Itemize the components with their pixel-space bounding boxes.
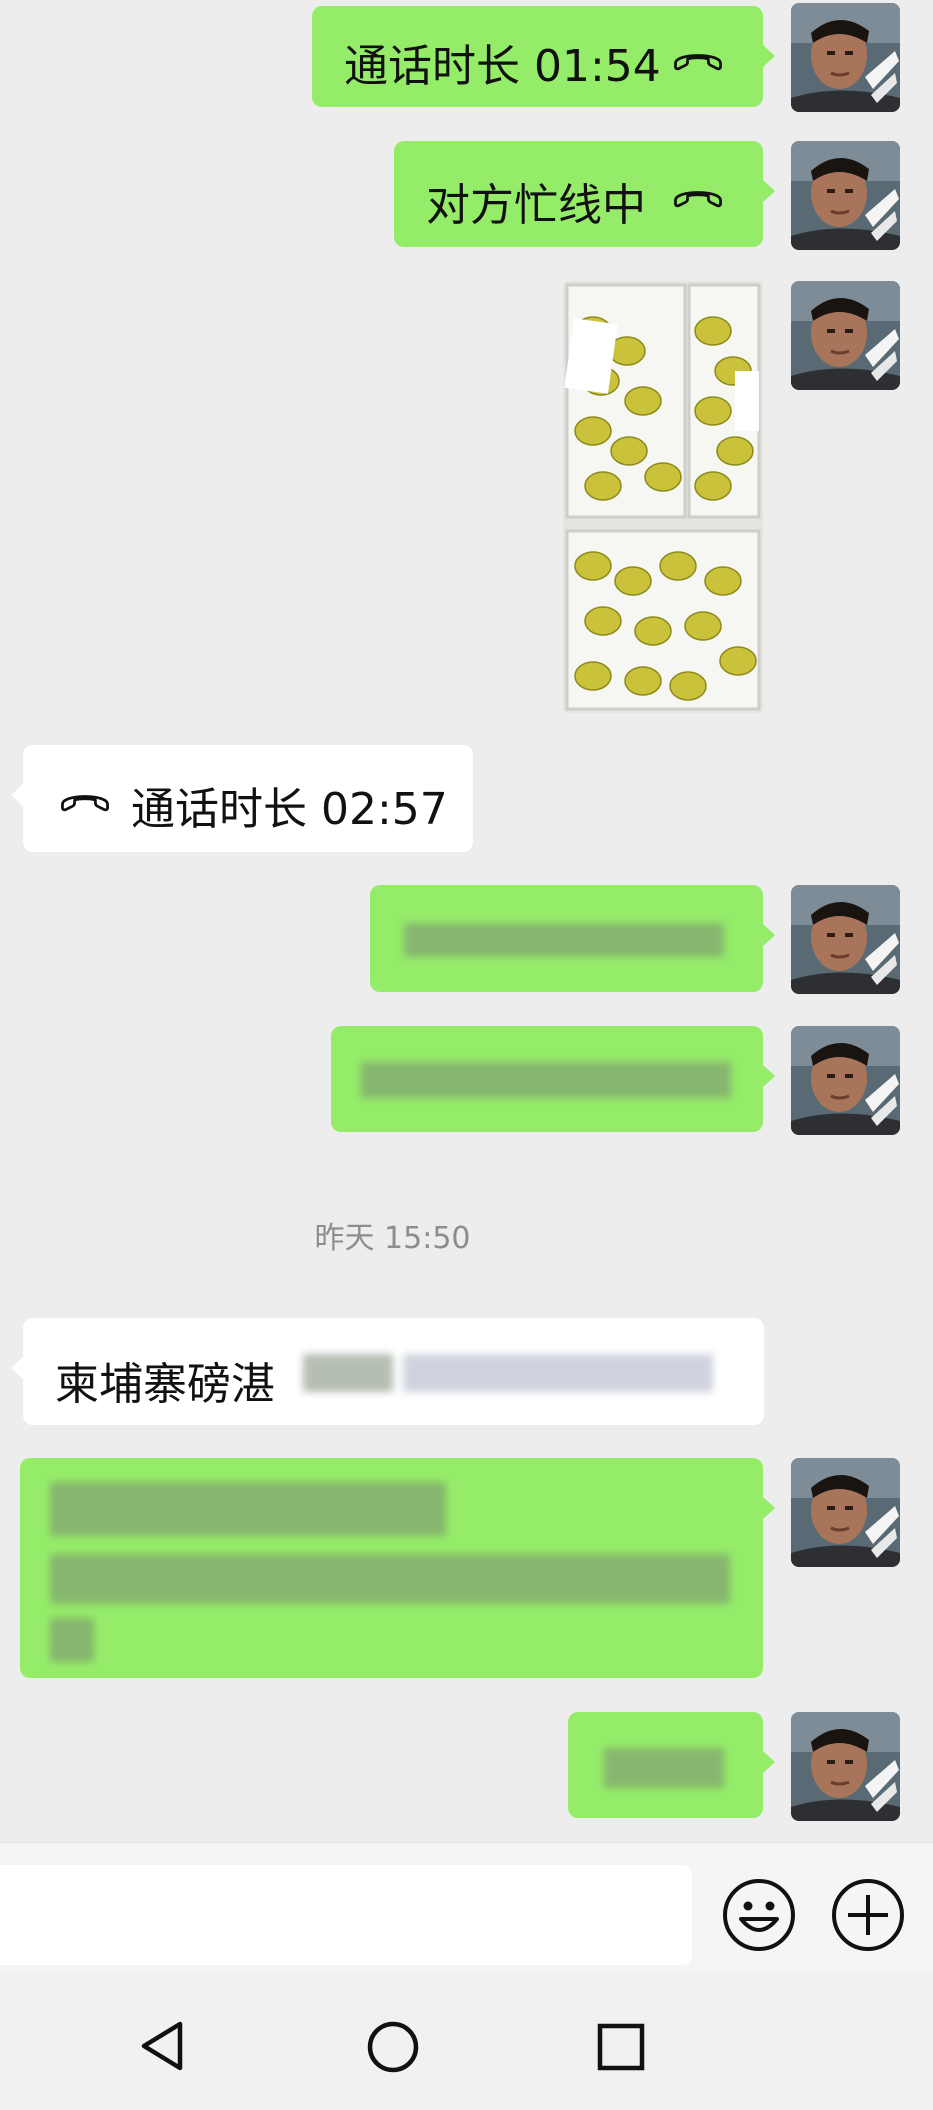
- call-record-bubble-incoming[interactable]: 通话时长 02:57: [11, 745, 473, 852]
- redacted-message-bubble[interactable]: [568, 1712, 775, 1818]
- avatar[interactable]: [791, 281, 900, 390]
- redacted-message-bubble[interactable]: [331, 1026, 775, 1132]
- input-bar: [0, 1842, 933, 1973]
- system-nav-bar: [0, 1972, 933, 2110]
- incoming-message-bubble[interactable]: 柬埔寨磅湛: [11, 1318, 764, 1425]
- avatar[interactable]: [791, 1712, 900, 1821]
- plus-icon[interactable]: [830, 1877, 906, 1953]
- nav-recents-icon[interactable]: [596, 2022, 646, 2072]
- nav-back-icon[interactable]: [138, 2020, 186, 2072]
- avatar[interactable]: [791, 141, 900, 250]
- redacted-text: [303, 1354, 393, 1392]
- redacted-text: [50, 1482, 446, 1536]
- redacted-message-bubble[interactable]: [20, 1458, 775, 1678]
- emoji-icon[interactable]: [721, 1877, 797, 1953]
- phone-hangup-icon: [672, 46, 724, 72]
- timestamp: 昨天 15:50: [314, 1221, 471, 1256]
- redacted-text: [50, 1618, 94, 1662]
- message-text: 柬埔寨磅湛: [55, 1359, 275, 1410]
- call-duration-text: 通话时长 02:57: [131, 784, 448, 835]
- redacted-text: [361, 1062, 731, 1098]
- call-duration-text: 通话时长 01:54: [344, 41, 661, 92]
- call-record-bubble[interactable]: 通话时长 01:54: [312, 6, 775, 107]
- phone-hangup-icon: [59, 787, 111, 813]
- redacted-text: [604, 1748, 724, 1788]
- redacted-text: [404, 923, 724, 957]
- redacted-text: [403, 1354, 713, 1392]
- phone-hangup-icon: [672, 183, 724, 209]
- message-input[interactable]: [0, 1865, 692, 1965]
- call-busy-bubble[interactable]: 对方忙线中: [394, 141, 775, 247]
- busy-text: 对方忙线中: [426, 180, 646, 231]
- avatar[interactable]: [791, 3, 900, 112]
- avatar[interactable]: [791, 885, 900, 994]
- redacted-message-bubble[interactable]: [370, 885, 775, 992]
- nav-home-icon[interactable]: [366, 2020, 420, 2074]
- fruit-photo: [563, 281, 763, 713]
- redacted-text: [50, 1554, 730, 1604]
- avatar[interactable]: [791, 1458, 900, 1567]
- image-message[interactable]: [563, 281, 763, 713]
- avatar[interactable]: [791, 1026, 900, 1135]
